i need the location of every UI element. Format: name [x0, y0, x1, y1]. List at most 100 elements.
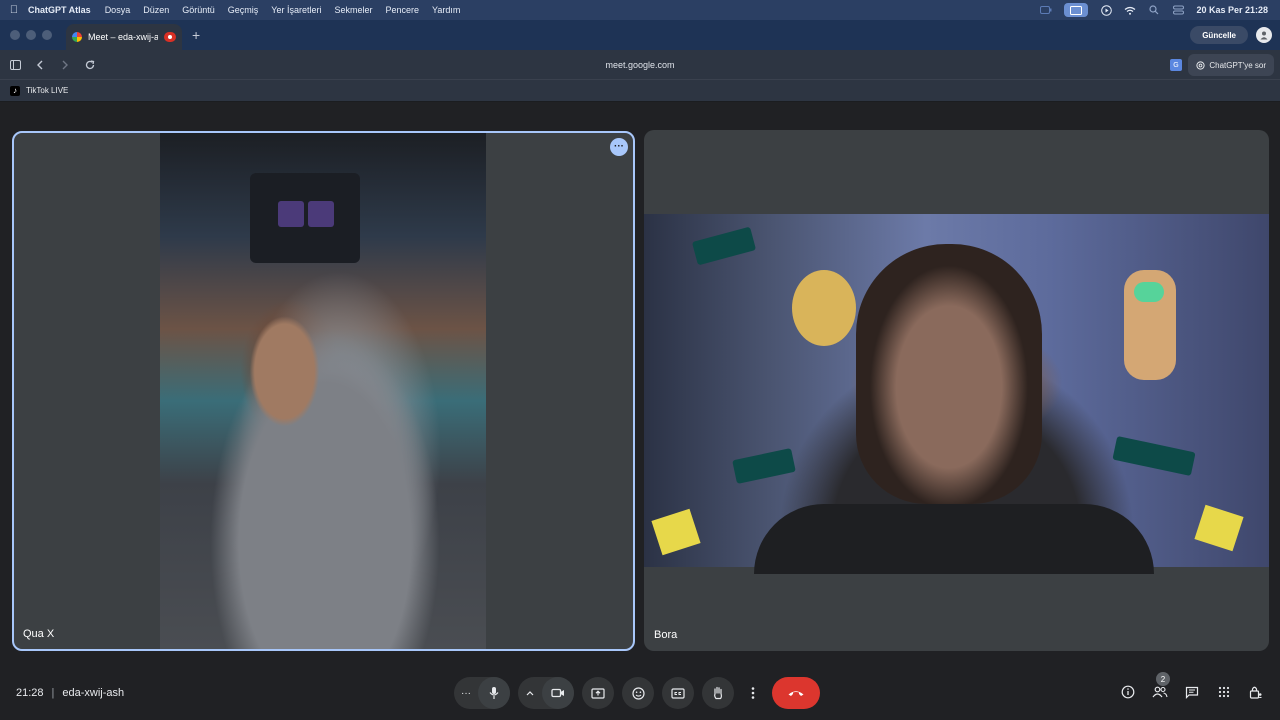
ask-chatgpt-label: ChatGPT'ye sor — [1209, 60, 1266, 70]
menu-history[interactable]: Geçmiş — [228, 5, 259, 15]
window-controls — [10, 30, 52, 40]
video-background-block — [651, 508, 701, 556]
close-window-icon[interactable] — [10, 30, 20, 40]
sidebar-toggle-icon[interactable] — [4, 54, 26, 76]
video-background-cockpit — [250, 173, 360, 263]
participant-video-bora — [644, 214, 1269, 574]
meeting-info-separator: | — [51, 687, 55, 699]
video-background-moon — [792, 270, 856, 346]
tile-options-button[interactable]: ··· — [610, 138, 628, 156]
menu-tabs[interactable]: Sekmeler — [334, 5, 372, 15]
present-screen-icon — [591, 687, 605, 699]
captions-icon — [671, 687, 685, 699]
audio-controls: ··· — [454, 677, 510, 709]
meet-control-bar: 21:28 | eda-xwij-ash ··· 2 — [0, 672, 1280, 720]
wifi-icon[interactable] — [1124, 4, 1136, 16]
participant-figure — [856, 244, 1042, 504]
bookmark-tiktok-live[interactable]: TikTok LIVE — [26, 86, 68, 95]
profile-avatar[interactable] — [1256, 27, 1272, 43]
captions-button[interactable] — [662, 677, 694, 709]
participant-name: Qua X — [23, 628, 55, 640]
browser-toolbar: meet.google.com G ChatGPT'ye sor — [0, 50, 1280, 80]
lock-person-icon — [1249, 686, 1262, 699]
video-background-screen — [308, 201, 334, 227]
forward-icon[interactable] — [54, 54, 76, 76]
raise-hand-button[interactable] — [702, 677, 734, 709]
video-background-panel — [1112, 435, 1196, 477]
zoom-window-icon[interactable] — [42, 30, 52, 40]
participant-figure — [190, 293, 460, 649]
hang-up-icon — [788, 691, 804, 696]
activities-button[interactable] — [1216, 682, 1232, 702]
chat-icon — [1185, 686, 1199, 699]
bookmarks-bar: ♪ TikTok LIVE — [0, 80, 1280, 102]
more-options-button[interactable] — [742, 677, 764, 709]
tiktok-icon: ♪ — [10, 85, 20, 96]
participant-shoulders — [754, 504, 1154, 574]
ask-chatgpt-button[interactable]: ChatGPT'ye sor — [1188, 54, 1274, 76]
video-background-panel — [691, 226, 757, 266]
system-menu-bar:  ChatGPT Atlas Dosya Düzen Görüntü Geçm… — [0, 0, 1280, 20]
back-icon[interactable] — [29, 54, 51, 76]
battery-icon[interactable] — [1040, 4, 1052, 16]
reactions-button[interactable] — [622, 677, 654, 709]
leave-call-button[interactable] — [772, 677, 820, 709]
update-button[interactable]: Güncelle — [1190, 26, 1248, 44]
video-background-block — [1194, 504, 1244, 552]
video-background-screen — [278, 201, 304, 227]
present-screen-button[interactable] — [582, 677, 614, 709]
participant-name: Bora — [654, 629, 678, 641]
microphone-button[interactable] — [478, 677, 510, 709]
emoji-icon — [631, 686, 645, 700]
tab-meet[interactable]: Meet – eda-xwij-ash — [66, 24, 182, 50]
info-icon — [1121, 685, 1135, 699]
meeting-code: eda-xwij-ash — [62, 687, 125, 699]
chat-button[interactable] — [1184, 682, 1200, 702]
reload-icon[interactable] — [79, 54, 101, 76]
search-icon[interactable] — [1148, 4, 1160, 16]
chatgpt-logo-icon — [1196, 60, 1205, 70]
url-text[interactable]: meet.google.com — [605, 60, 674, 70]
meeting-tools: 2 — [1120, 672, 1264, 702]
participant-count-badge: 2 — [1156, 672, 1170, 686]
translate-icon[interactable]: G — [1170, 59, 1182, 71]
menu-help[interactable]: Yardım — [432, 5, 460, 15]
apple-menu-icon[interactable]:  — [0, 4, 28, 16]
participant-tile-bora[interactable]: Bora — [644, 130, 1269, 651]
address-bar: meet.google.com — [0, 60, 1280, 70]
screen-share-status-icon[interactable] — [1064, 3, 1089, 17]
camera-icon — [551, 688, 564, 698]
menu-edit[interactable]: Düzen — [143, 5, 169, 15]
minimize-window-icon[interactable] — [26, 30, 36, 40]
menu-window[interactable]: Pencere — [385, 5, 419, 15]
new-tab-button[interactable]: + — [192, 27, 200, 43]
menu-view[interactable]: Görüntü — [182, 5, 215, 15]
microphone-icon — [489, 687, 499, 699]
meet-stage: Qua X ··· Bora — [0, 103, 1280, 720]
meeting-details-button[interactable] — [1120, 682, 1136, 702]
recording-indicator-icon — [164, 32, 176, 42]
people-icon — [1152, 686, 1168, 698]
call-controls: ··· — [454, 677, 820, 709]
meeting-info: 21:28 | eda-xwij-ash — [16, 687, 124, 699]
browser-tab-strip: Meet – eda-xwij-ash + Güncelle — [0, 20, 1280, 50]
tab-title: Meet – eda-xwij-ash — [88, 32, 158, 42]
apps-grid-icon — [1218, 686, 1230, 698]
participant-tile-qua-x[interactable]: Qua X ··· — [12, 131, 635, 651]
more-vert-icon — [751, 687, 755, 699]
menubar-clock[interactable]: 20 Kas Per 21:28 — [1196, 5, 1268, 15]
camera-button[interactable] — [542, 677, 574, 709]
host-controls-button[interactable] — [1248, 682, 1264, 702]
video-background-robot — [1124, 270, 1176, 380]
menu-file[interactable]: Dosya — [105, 5, 131, 15]
meeting-time: 21:28 — [16, 687, 44, 699]
people-button[interactable]: 2 — [1152, 672, 1170, 702]
video-options-icon[interactable] — [518, 677, 542, 709]
audio-options-icon[interactable]: ··· — [454, 677, 478, 709]
play-circle-icon[interactable] — [1100, 4, 1112, 16]
participant-video-qua-x — [160, 133, 486, 649]
app-name-menu[interactable]: ChatGPT Atlas — [28, 5, 91, 15]
control-center-icon[interactable] — [1172, 4, 1184, 16]
raise-hand-icon — [714, 686, 722, 700]
menu-bookmarks[interactable]: Yer İşaretleri — [271, 5, 321, 15]
